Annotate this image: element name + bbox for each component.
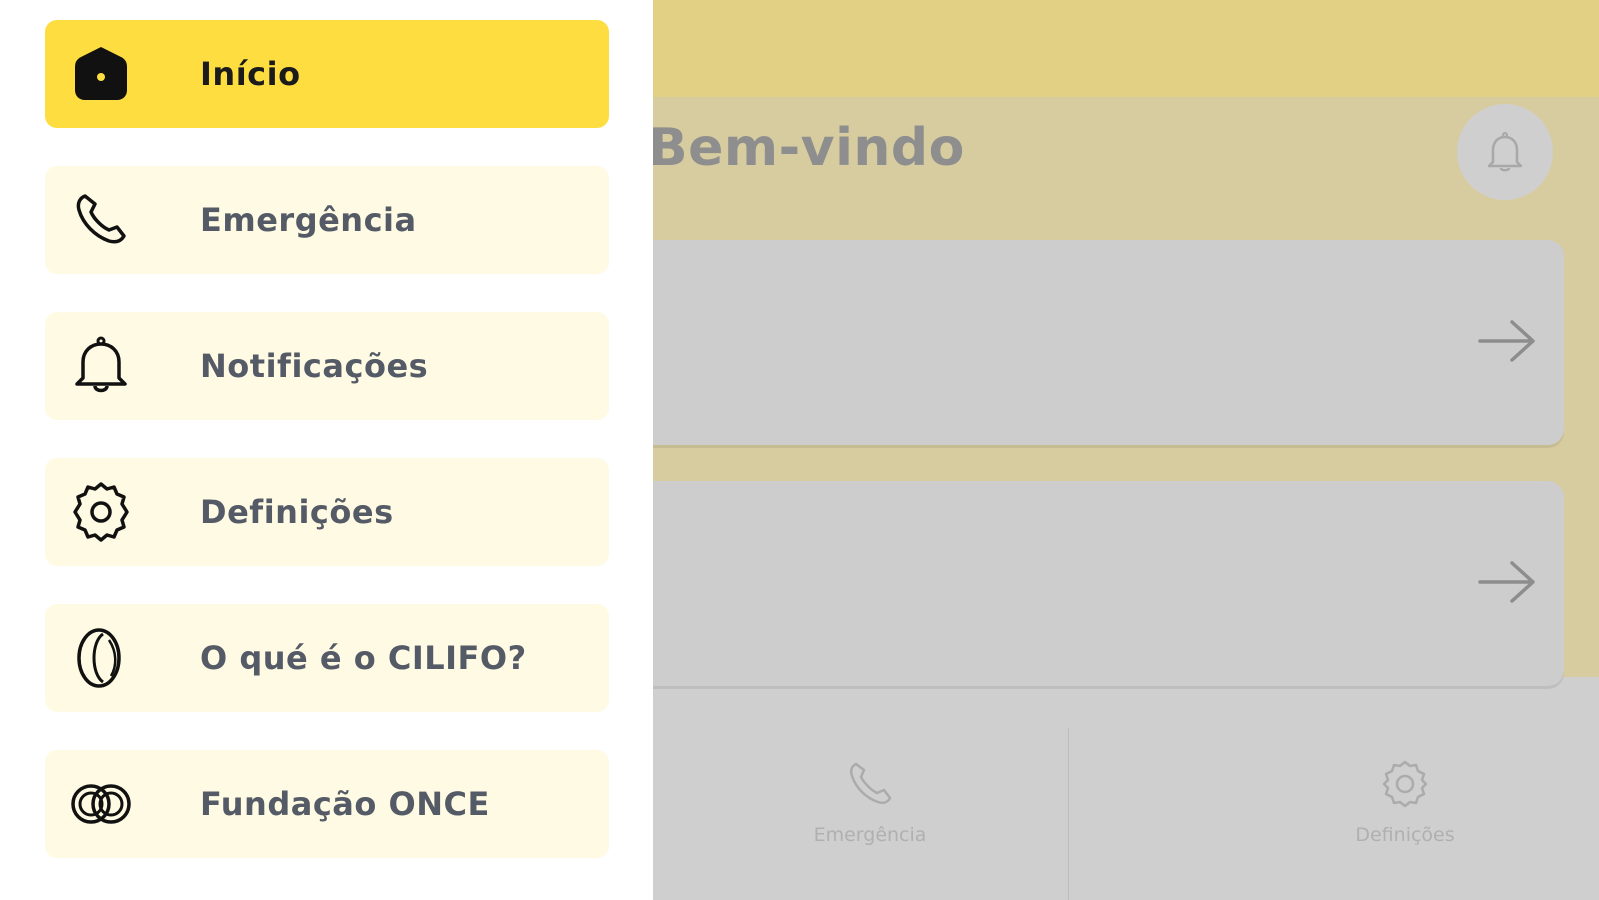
home-card[interactable] bbox=[600, 481, 1564, 686]
gear-icon bbox=[73, 482, 129, 542]
drawer-item-emergencia[interactable]: Emergência bbox=[45, 166, 609, 274]
bell-icon bbox=[1487, 132, 1523, 172]
drawer-item-label: O qué é o CILIFO? bbox=[200, 639, 527, 677]
tab-label: Emergência bbox=[813, 824, 927, 846]
arrow-right-icon bbox=[1478, 320, 1535, 362]
drawer-item-definicoes[interactable]: Definições bbox=[45, 458, 609, 566]
home-card[interactable] bbox=[600, 240, 1564, 445]
drawer-item-label: Início bbox=[200, 55, 301, 93]
drawer-item-label: Definições bbox=[200, 493, 394, 531]
once-logo-icon bbox=[71, 784, 131, 824]
drawer-item-label: Notificações bbox=[200, 347, 429, 385]
bell-icon bbox=[75, 336, 127, 393]
arrow-right-icon bbox=[1478, 561, 1535, 603]
tab-definicoes[interactable]: Definições bbox=[1255, 728, 1555, 900]
notifications-button[interactable] bbox=[1457, 104, 1553, 200]
navigation-drawer: Início Emergência Notificações Definiçõe… bbox=[0, 0, 653, 900]
tab-label: Definições bbox=[1355, 824, 1455, 846]
phone-icon bbox=[76, 194, 126, 244]
gear-icon bbox=[1382, 760, 1428, 808]
drawer-item-label: Emergência bbox=[200, 201, 417, 239]
drawer-item-notificacoes[interactable]: Notificações bbox=[45, 312, 609, 420]
tab-emergencia[interactable]: Emergência bbox=[720, 728, 1020, 900]
phone-icon bbox=[849, 762, 892, 805]
drawer-item-fundacao-once[interactable]: Fundação ONCE bbox=[45, 750, 609, 858]
drawer-item-label: Fundação ONCE bbox=[200, 785, 490, 823]
cilifo-logo-icon bbox=[77, 628, 121, 688]
bottom-tab-bar: Emergência Definições bbox=[640, 728, 1599, 900]
drawer-item-inicio[interactable]: Início bbox=[45, 20, 609, 128]
drawer-item-cilifo[interactable]: O qué é o CILIFO? bbox=[45, 604, 609, 712]
tab-divider bbox=[1068, 728, 1069, 900]
home-icon bbox=[75, 47, 127, 100]
page-title: Bem-vindo bbox=[648, 118, 965, 178]
